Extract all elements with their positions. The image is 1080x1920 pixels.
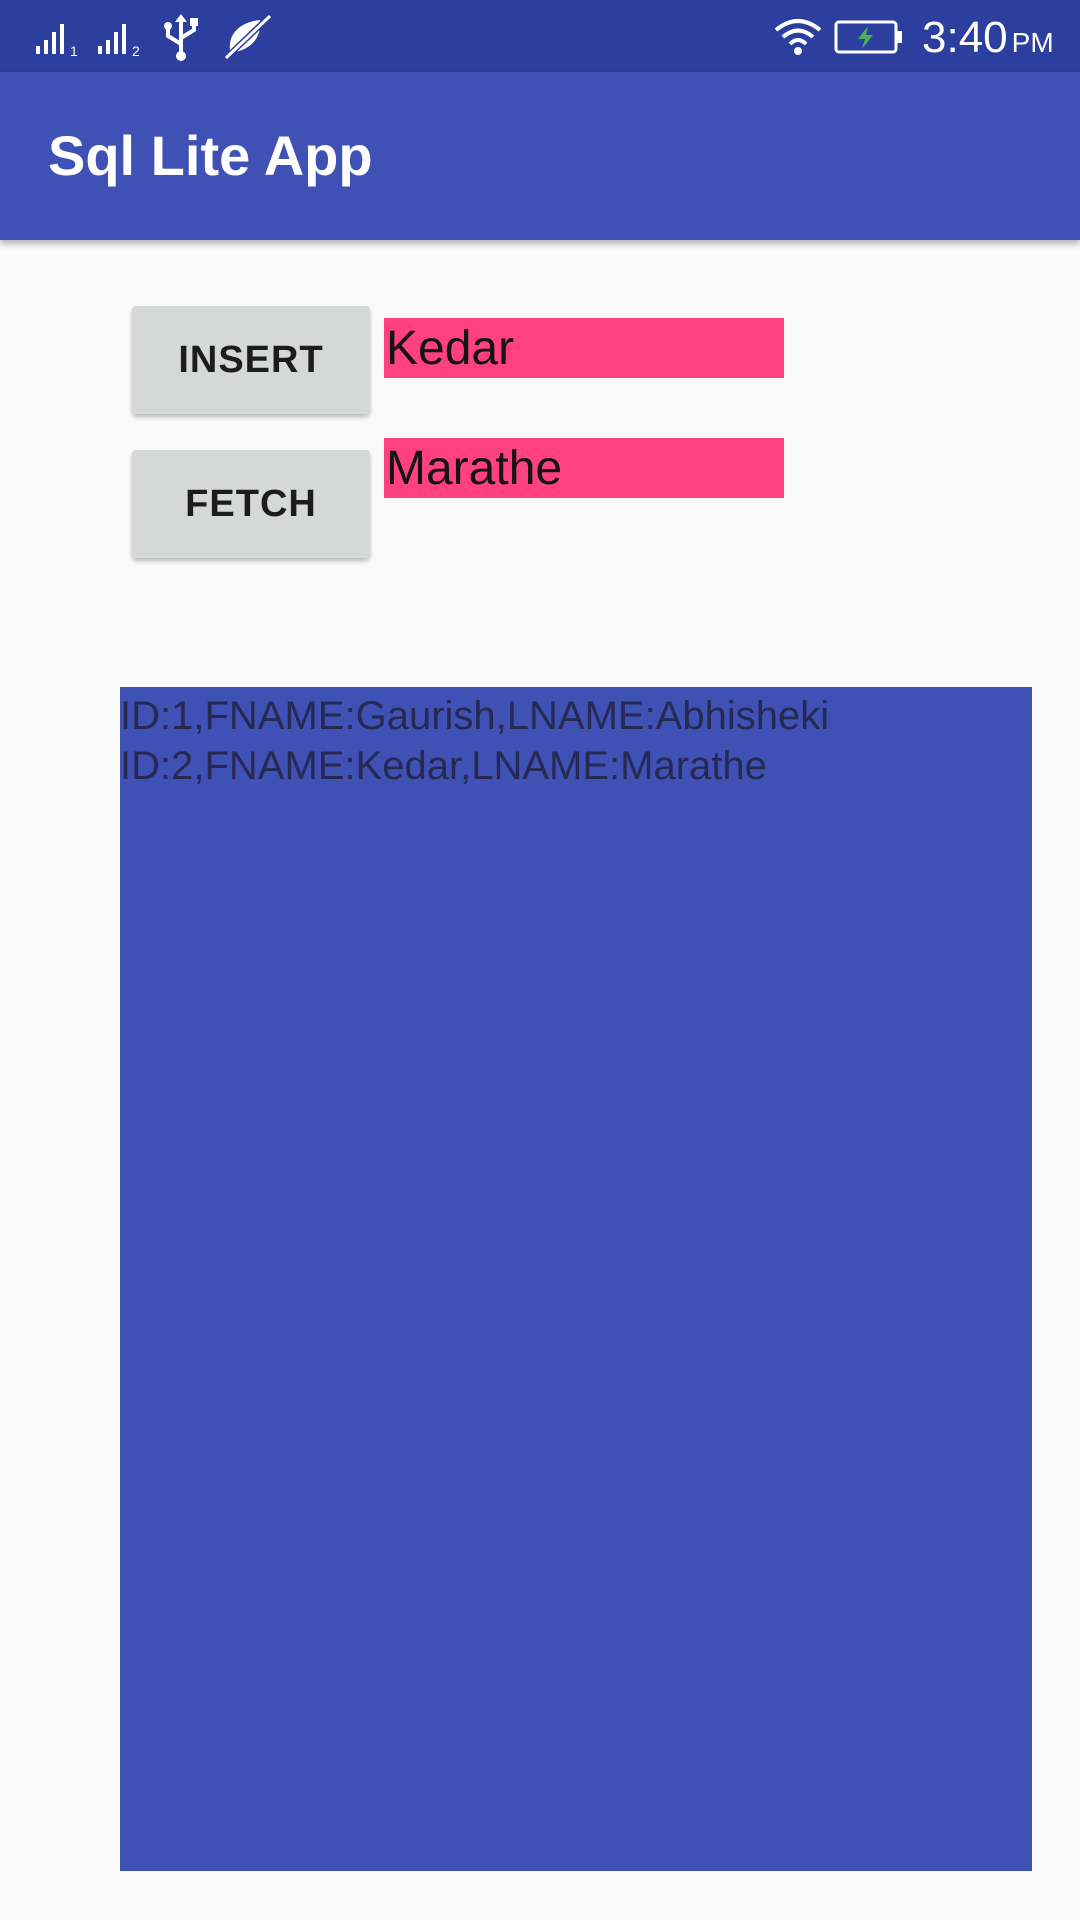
fetch-button[interactable]: FETCH — [132, 450, 370, 558]
app-title: Sql Lite App — [48, 124, 373, 187]
app-bar: Sql Lite App — [0, 72, 1080, 240]
muted-icon — [220, 12, 276, 62]
result-line: ID:2,FNAME:Kedar,LNAME:Marathe — [120, 744, 767, 788]
results-panel: ID:1,FNAME:Gaurish,LNAME:Abhisheki ID:2,… — [120, 687, 1032, 1871]
last-name-field[interactable] — [384, 438, 784, 498]
clock-ampm: PM — [1011, 27, 1054, 58]
signal-sim2-icon: 2 — [96, 18, 148, 59]
sim1-label: 1 — [70, 43, 78, 58]
status-bar: 1 2 3:40 PM — [0, 0, 1080, 72]
insert-button[interactable]: INSERT — [132, 306, 370, 414]
status-clock: 3:40 PM — [922, 8, 1054, 68]
result-line: ID:1,FNAME:Gaurish,LNAME:Abhisheki — [120, 694, 830, 738]
clock-time: 3:40 — [922, 13, 1008, 62]
usb-icon — [160, 12, 202, 62]
sim2-label: 2 — [132, 43, 140, 58]
first-name-field[interactable] — [384, 318, 784, 378]
battery-charging-icon — [834, 20, 904, 54]
signal-sim1-icon: 1 — [34, 18, 82, 59]
wifi-icon — [772, 16, 824, 56]
